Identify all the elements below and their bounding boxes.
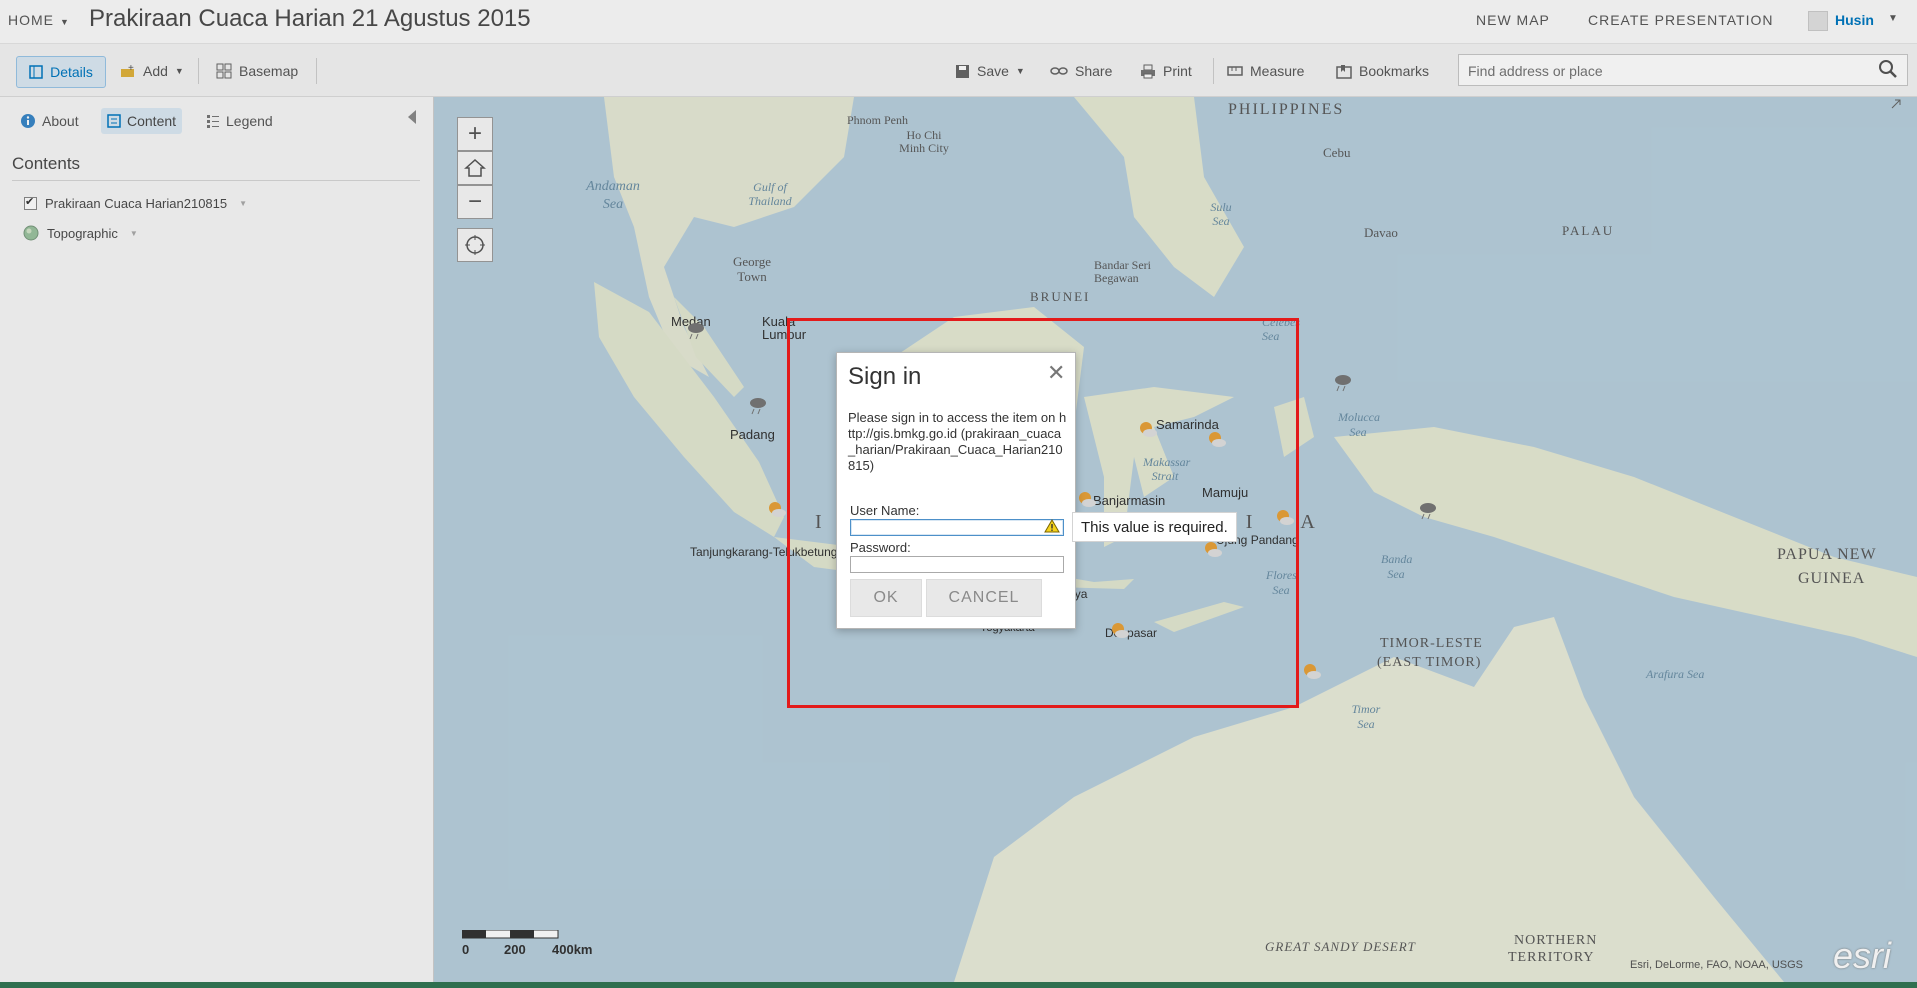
password-label: Password: bbox=[850, 540, 911, 555]
taskbar-strip bbox=[0, 982, 1917, 988]
cancel-button[interactable]: CANCEL bbox=[926, 579, 1042, 617]
password-field[interactable] bbox=[850, 556, 1064, 573]
ok-button[interactable]: OK bbox=[850, 579, 922, 617]
username-field[interactable] bbox=[850, 519, 1064, 536]
username-label: User Name: bbox=[850, 503, 920, 518]
validation-tooltip: This value is required. bbox=[1072, 512, 1237, 542]
dialog-title: Sign in bbox=[848, 363, 922, 390]
close-icon[interactable]: ✕ bbox=[1047, 360, 1065, 386]
dialog-message: Please sign in to access the item on htt… bbox=[848, 410, 1067, 473]
warning-icon bbox=[1044, 519, 1060, 533]
